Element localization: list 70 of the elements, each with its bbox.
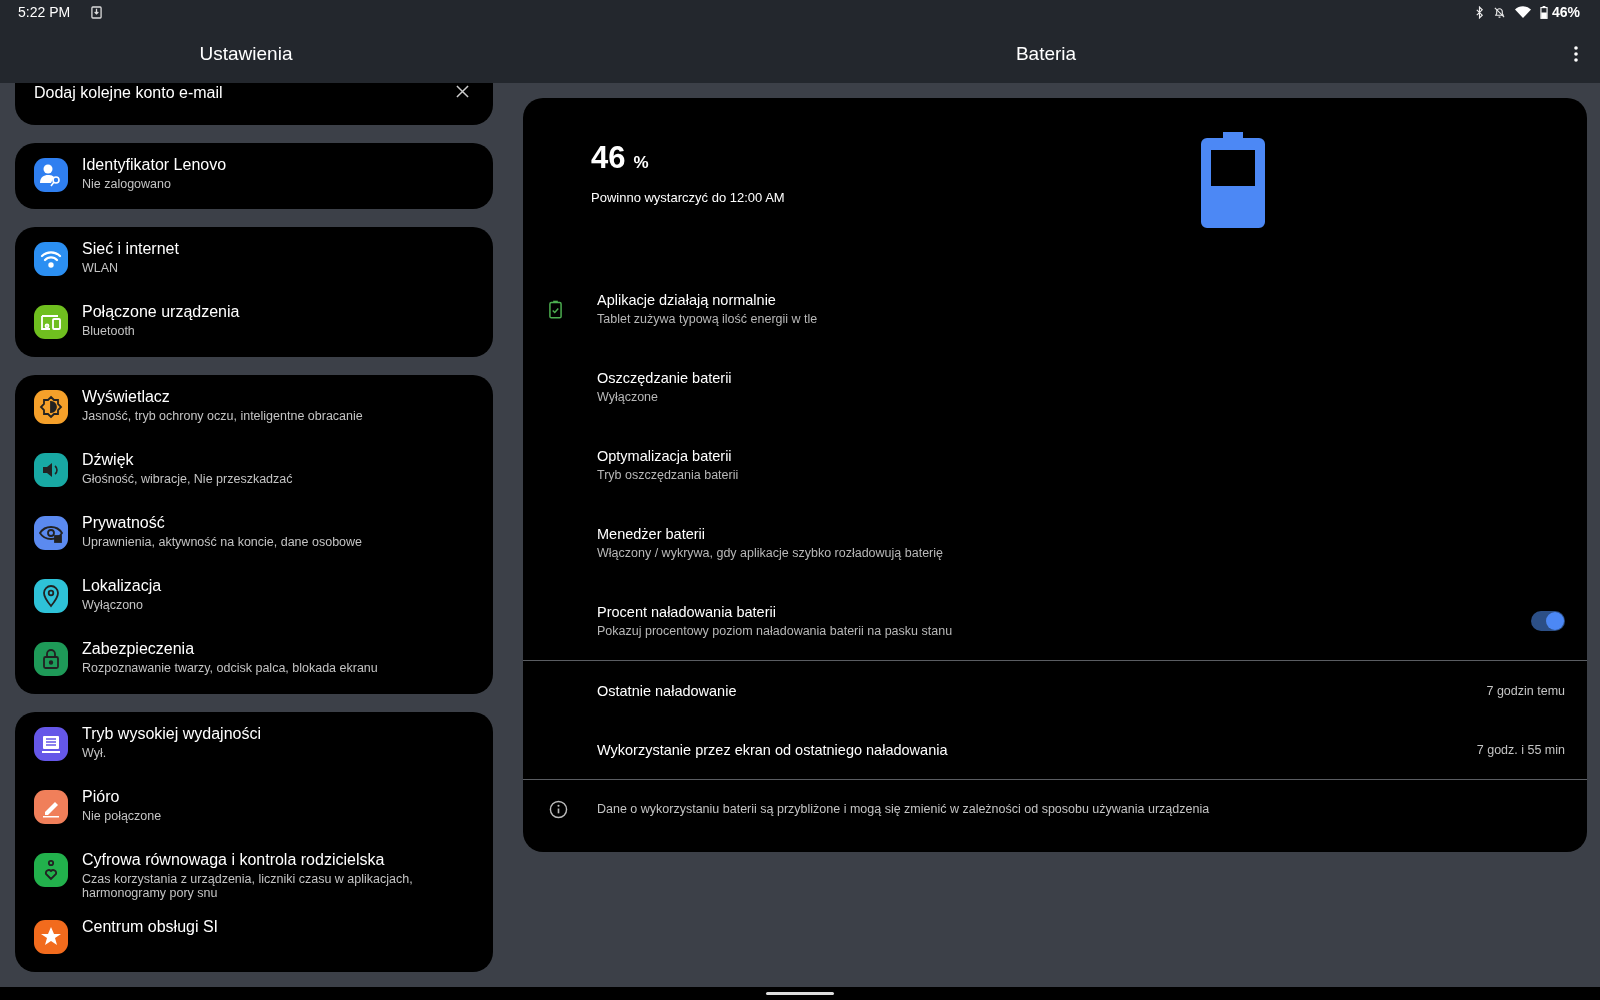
note-text: Dane o wykorzystaniu baterii są przybliżone i mogą się zmienić w zależności od sposobu używania urządzenia (597, 802, 1211, 816)
battery-check-icon (549, 299, 562, 319)
settings-item[interactable]: Wyświetlacz Jasność, tryb ochrony oczu, inteligentne obracanie (15, 377, 493, 440)
home-handle[interactable] (766, 992, 834, 995)
battery-icon (1201, 132, 1265, 228)
setting-title: Sieć i internet (82, 240, 179, 258)
info-icon (549, 799, 568, 819)
settings-item[interactable]: Połączone urządzenia Bluetooth (15, 292, 493, 355)
battery-estimate: Powinno wystarczyć do 12:00 AM (591, 190, 786, 205)
battery-icon (1539, 5, 1548, 19)
setting-title: Dźwięk (82, 451, 135, 469)
banner-text: Dodaj kolejne konto e-mail (34, 83, 223, 103)
settings-item[interactable]: Sieć i internet WLAN (15, 229, 493, 292)
settings-item[interactable]: Pióro Nie połączone (15, 777, 493, 840)
setting-summary: Bluetooth (82, 324, 136, 338)
battery-level: 46 (591, 140, 626, 176)
close-icon[interactable] (456, 85, 469, 98)
settings-item[interactable]: Identyfikator Lenovo Nie zalogowano (15, 145, 493, 207)
setting-summary: Głośność, wibracje, Nie przeszkadzać (82, 472, 293, 486)
setting-title: Pióro (82, 788, 121, 806)
setting-title: Zabezpieczenia (82, 640, 196, 658)
setting-title: Ostatnie naładowanie (597, 682, 738, 699)
setting-title: Oszczędzanie baterii (597, 370, 733, 386)
toggle-switch[interactable] (1531, 611, 1565, 631)
setting-summary: Wyłączono (82, 598, 145, 612)
settings-item[interactable]: Prywatność Uprawnienia, aktywność na koncie, dane osobowe (15, 503, 493, 566)
setting-summary: Nie połączone (82, 809, 162, 823)
clock-time: 5:22 PM (18, 4, 71, 20)
setting-summary: Tablet zużywa typową ilość energii w tle (597, 312, 819, 326)
setting-summary: Wył. (82, 746, 108, 760)
settings-item[interactable]: Centrum obsługi SI (15, 907, 493, 970)
setting-title: Tryb wysokiej wydajności (82, 725, 261, 743)
settings-item[interactable]: Dźwięk Głośność, wibracje, Nie przeszkadzać (15, 440, 493, 503)
setting-title: Centrum obsługi SI (82, 918, 219, 936)
stat-value: 7 godz. i 55 min (1476, 742, 1565, 757)
setting-title: Aplikacje działają normalnie (597, 292, 777, 308)
setting-title: Prywatność (82, 514, 166, 532)
setting-summary: Rozpoznawanie twarzy, odcisk palca, blokada ekranu (82, 661, 378, 675)
setting-summary: Jasność, tryb ochrony oczu, inteligentne obracanie (82, 409, 363, 423)
setting-summary: Uprawnienia, aktywność na koncie, dane osobowe (82, 535, 363, 549)
percent-unit: % (633, 153, 649, 173)
more-options-icon[interactable] (1574, 46, 1578, 62)
setting-title: Wykorzystanie przez ekran od ostatniego naładowania (597, 741, 949, 758)
setting-title: Optymalizacja baterii (597, 448, 733, 464)
page-title: Ustawienia (199, 42, 293, 65)
setting-title: Lokalizacja (82, 577, 162, 595)
setting-title: Cyfrowa równowaga i kontrola rodzicielska (82, 851, 386, 869)
download-icon (91, 5, 103, 19)
settings-item[interactable]: Cyfrowa równowaga i kontrola rodzicielska Czas korzystania z urządzenia, liczniki czasu w aplikacjach, harmonogramy pory snu (15, 840, 493, 907)
setting-title: Wyświetlacz (82, 388, 171, 406)
setting-summary: Czas korzystania z urządzenia, liczniki czasu w aplikacjach, harmonogramy pory snu (82, 872, 414, 900)
setting-title: Procent naładowania baterii (597, 604, 777, 620)
settings-item[interactable]: Lokalizacja Wyłączono (15, 566, 493, 629)
setting-summary: Tryb oszczędzania baterii (597, 468, 740, 482)
setting-summary: WLAN (82, 261, 120, 275)
setting-title: Połączone urządzenia (82, 303, 240, 321)
setting-title: Identyfikator Lenovo (82, 156, 227, 174)
setting-summary: Włączony / wykrywa, gdy aplikacje szybko rozładowują baterię (597, 546, 944, 560)
setting-summary: Wyłączone (597, 390, 660, 404)
setting-title: Menedżer baterii (597, 526, 706, 542)
settings-item[interactable]: Tryb wysokiej wydajności Wył. (15, 714, 493, 777)
stat-value: 7 godzin temu (1486, 683, 1565, 698)
bluetooth-icon (1474, 5, 1484, 19)
setting-summary: Nie zalogowano (82, 177, 172, 191)
page-title: Bateria (1015, 42, 1077, 65)
wifi-icon (1514, 6, 1531, 18)
muted-bell-icon (1492, 5, 1506, 19)
battery-percentage: 46% (1551, 4, 1580, 20)
settings-item[interactable]: Zabezpieczenia Rozpoznawanie twarzy, odcisk palca, blokada ekranu (15, 629, 493, 692)
setting-summary: Pokazuj procentowy poziom naładowania baterii na pasku stanu (597, 624, 954, 638)
